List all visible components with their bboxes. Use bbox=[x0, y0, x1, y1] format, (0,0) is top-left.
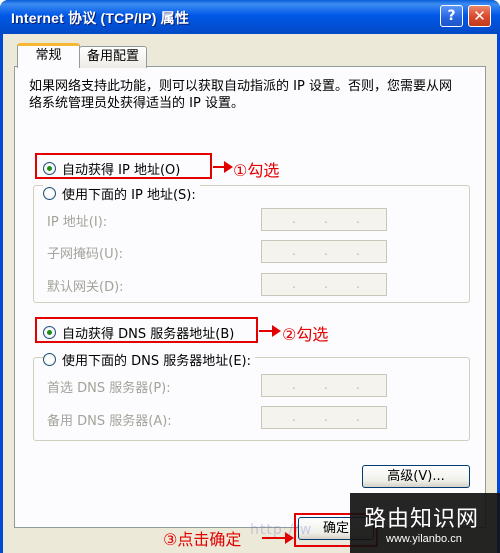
subnet-mask-input[interactable]: ... bbox=[261, 240, 387, 263]
properties-window: Internet 协议 (TCP/IP) 属性 ? ✕ 常规 备用配置 如果网络… bbox=[0, 0, 500, 553]
highlight-box-auto-ip bbox=[35, 153, 212, 179]
subnet-mask-label: 子网掩码(U): bbox=[47, 247, 124, 262]
help-icon: ? bbox=[447, 8, 456, 24]
manual-dns-label: 使用下面的 DNS 服务器地址(E): bbox=[62, 354, 251, 369]
manual-dns-radio[interactable] bbox=[43, 353, 56, 366]
tab-alternate-config[interactable]: 备用配置 bbox=[79, 46, 147, 68]
annotation-step3: ③点击确定 bbox=[163, 530, 242, 549]
title-bar[interactable]: Internet 协议 (TCP/IP) 属性 ? ✕ bbox=[0, 0, 500, 34]
ip-address-input[interactable]: ... bbox=[261, 208, 387, 231]
window-title: Internet 协议 (TCP/IP) 属性 bbox=[11, 10, 190, 26]
manual-dns-option[interactable]: 使用下面的 DNS 服务器地址(E): bbox=[43, 350, 255, 369]
preferred-dns-label: 首选 DNS 服务器(P): bbox=[47, 381, 171, 396]
alternate-dns-input[interactable]: ... bbox=[261, 406, 387, 429]
ip-address-label: IP 地址(I): bbox=[47, 215, 108, 230]
alternate-dns-label: 备用 DNS 服务器(A): bbox=[47, 414, 172, 429]
annotation-step2: ②勾选 bbox=[282, 325, 329, 344]
site-watermark: 路由知识网 www.yilanbo.cn bbox=[350, 493, 500, 553]
preferred-dns-input[interactable]: ... bbox=[261, 374, 387, 397]
close-icon: ✕ bbox=[473, 7, 486, 25]
manual-ip-option[interactable]: 使用下面的 IP 地址(S): bbox=[43, 184, 200, 203]
highlight-box-auto-dns bbox=[35, 317, 258, 343]
close-button[interactable]: ✕ bbox=[468, 5, 491, 27]
arrow-icon bbox=[213, 161, 233, 173]
description-text: 如果网络支持此功能，则可以获取自动指派的 IP 设置。否则，您需要从网络系统管理… bbox=[29, 79, 452, 111]
tab-general[interactable]: 常规 bbox=[17, 43, 80, 68]
default-gateway-label: 默认网关(D): bbox=[47, 280, 124, 295]
default-gateway-input[interactable]: ... bbox=[261, 273, 387, 296]
help-button[interactable]: ? bbox=[440, 5, 463, 27]
manual-ip-label: 使用下面的 IP 地址(S): bbox=[62, 188, 196, 203]
arrow-icon bbox=[259, 325, 281, 337]
advanced-button[interactable]: 高级(V)... bbox=[362, 465, 470, 488]
annotation-step1: ①勾选 bbox=[233, 161, 280, 180]
watermark-url: www.yilanbo.cn bbox=[386, 533, 462, 545]
watermark-site-name: 路由知识网 bbox=[364, 507, 480, 532]
manual-ip-radio[interactable] bbox=[43, 187, 56, 200]
